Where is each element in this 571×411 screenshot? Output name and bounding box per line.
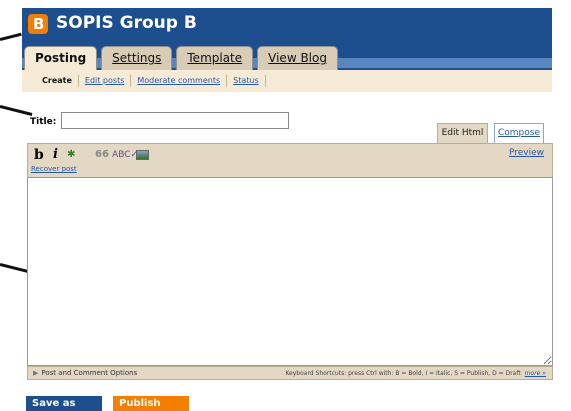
- title-input[interactable]: [61, 112, 289, 129]
- title-label: Title:: [30, 117, 57, 127]
- editor-toolbar: b i ✱ 66 ABC✓ Recover post Preview: [27, 143, 553, 177]
- main-tabs: Posting Settings Template View Blog: [24, 46, 338, 71]
- image-icon[interactable]: [136, 150, 149, 160]
- tab-view-blog[interactable]: View Blog: [257, 46, 338, 70]
- tab-posting[interactable]: Posting: [24, 46, 98, 71]
- tab-settings[interactable]: Settings: [101, 46, 173, 70]
- save-as-draft-button[interactable]: Save as Draft: [26, 396, 102, 411]
- spellcheck-icon[interactable]: ABC✓: [112, 148, 138, 162]
- preview-link[interactable]: Preview: [509, 148, 544, 158]
- blogger-logo-icon[interactable]: B: [28, 14, 48, 34]
- link-icon[interactable]: ✱: [67, 148, 75, 162]
- more-shortcuts-link[interactable]: more »: [525, 370, 546, 377]
- recover-post-link[interactable]: Recover post: [31, 165, 77, 173]
- italic-button[interactable]: i: [53, 148, 58, 162]
- subnav-create[interactable]: Create: [36, 75, 79, 87]
- keyboard-shortcuts-hint: Keyboard Shortcuts: press Ctrl with: B =…: [285, 369, 546, 378]
- expand-arrow-icon: ▶: [33, 369, 39, 377]
- subnav-status[interactable]: Status: [227, 75, 266, 87]
- shortcuts-text: Keyboard Shortcuts: press Ctrl with: B =…: [285, 370, 521, 377]
- publish-post-button[interactable]: Publish Post: [113, 396, 189, 411]
- posting-subnav: Create Edit posts Moderate comments Stat…: [22, 70, 552, 92]
- annotation-line-top: [0, 32, 22, 41]
- tab-template[interactable]: Template: [176, 46, 254, 70]
- bold-button[interactable]: b: [34, 148, 44, 162]
- post-comment-options-label: Post and Comment Options: [41, 369, 138, 377]
- blog-title: SOPIS Group B: [56, 13, 197, 33]
- quote-icon[interactable]: 66: [95, 148, 109, 162]
- logo-letter: B: [33, 15, 45, 33]
- edit-html-tab[interactable]: Edit Html: [437, 123, 488, 143]
- compose-tab[interactable]: Compose: [494, 123, 544, 143]
- post-comment-options-toggle[interactable]: ▶ Post and Comment Options: [33, 369, 137, 378]
- post-options-bar: ▶ Post and Comment Options Keyboard Short…: [27, 366, 553, 380]
- annotation-line-title: [0, 105, 33, 116]
- subnav-edit-posts[interactable]: Edit posts: [79, 75, 132, 87]
- post-body-editor[interactable]: [27, 177, 553, 366]
- subnav-moderate-comments[interactable]: Moderate comments: [131, 75, 228, 87]
